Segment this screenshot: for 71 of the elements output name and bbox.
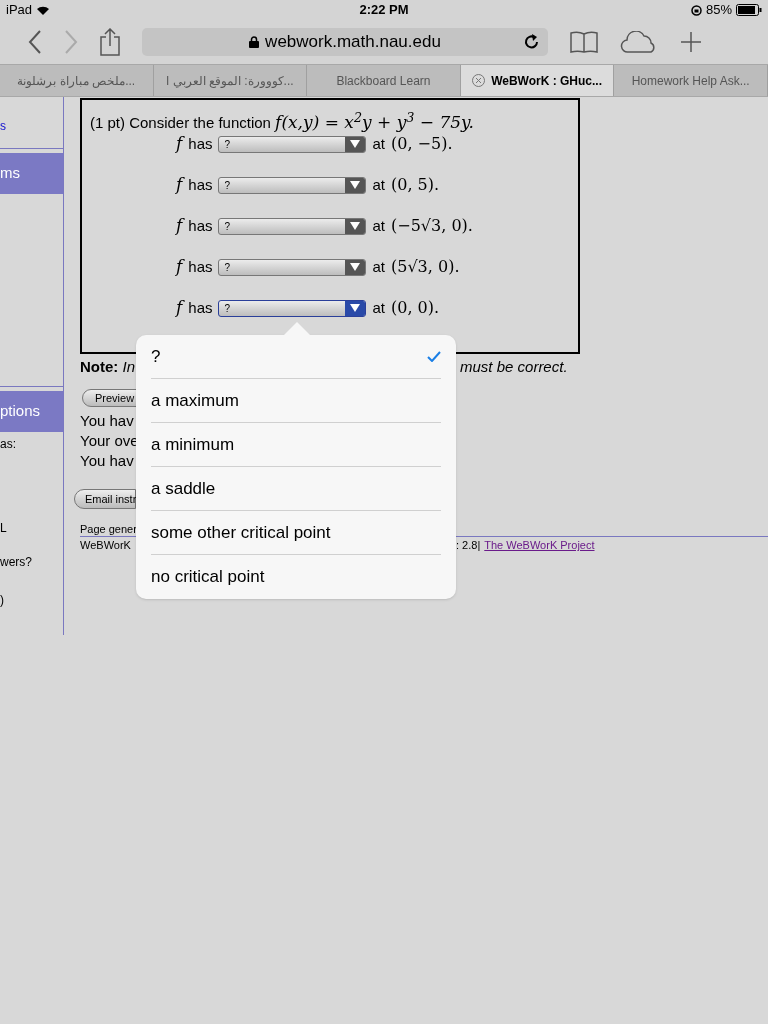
page-generated-text: Page gener <box>80 522 137 535</box>
dropdown-option[interactable]: some other critical point <box>151 511 441 555</box>
dropdown-arrow-icon <box>350 222 361 230</box>
row-label: at <box>372 133 385 154</box>
row-label: at <box>372 256 385 277</box>
dropdown-option[interactable]: a minimum <box>151 423 441 467</box>
math-variable: f <box>176 132 183 156</box>
dropdown-arrow-icon <box>350 140 361 148</box>
footer-text: WeBWorK <box>80 538 132 553</box>
attempt-info: You hav <box>80 411 134 431</box>
close-icon[interactable] <box>472 74 486 87</box>
math-variable: f <box>176 214 183 238</box>
answer-dropdown[interactable]: ? <box>218 299 367 317</box>
preview-button[interactable]: Preview <box>82 389 138 407</box>
math-variable: f <box>176 296 183 320</box>
browser-tab[interactable]: WeBWorK : GHuc... <box>460 65 615 96</box>
sidebar-header: ptions <box>0 391 63 432</box>
dropdown-option[interactable]: a maximum <box>151 379 441 423</box>
reload-icon[interactable] <box>524 34 540 50</box>
problem-statement: (1 pt) Consider the function f(x,y) = x$^{2}$y + y$^{3}$ − 75y. <box>90 110 475 134</box>
answer-dropdown[interactable]: ? <box>218 135 367 153</box>
sidebar-text: wers? <box>0 554 33 567</box>
row-label: has <box>188 174 213 195</box>
answer-dropdown[interactable]: ? <box>218 176 367 194</box>
math-variable: f <box>176 173 183 197</box>
email-button[interactable]: Email instr <box>74 489 136 509</box>
dropdown-arrow-icon <box>350 304 361 312</box>
lock-icon <box>249 36 260 48</box>
battery-percent: 85% <box>705 1 732 20</box>
device-name: iPad <box>6 1 33 20</box>
add-icon[interactable] <box>680 31 702 53</box>
math-point: (0, 0). <box>391 297 440 319</box>
cloud-icon[interactable] <box>620 31 658 53</box>
share-icon[interactable] <box>100 28 120 56</box>
wifi-icon <box>36 4 51 16</box>
math-point: (0, 5). <box>391 174 440 196</box>
row-label: at <box>372 215 385 236</box>
battery-icon <box>736 4 762 16</box>
math-variable: f <box>176 255 183 279</box>
back-icon[interactable] <box>28 30 42 54</box>
address-bar[interactable]: webwork.math.nau.edu <box>142 28 548 56</box>
url-text: webwork.math.nau.edu <box>265 31 441 54</box>
row-label: has <box>188 256 213 277</box>
dropdown-arrow-icon <box>350 263 361 271</box>
math-point: (5√3, 0). <box>391 256 460 278</box>
answer-dropdown[interactable]: ? <box>218 217 367 235</box>
dropdown-option[interactable]: ? <box>151 335 441 379</box>
footer-text: : 2.8| <box>456 538 481 553</box>
answer-dropdown[interactable]: ? <box>218 258 367 276</box>
attempt-info: You hav <box>80 451 134 471</box>
row-label: at <box>372 297 385 318</box>
row-label: has <box>188 133 213 154</box>
math-point: (−5√3, 0). <box>391 215 473 237</box>
rotation-lock-icon <box>690 4 702 16</box>
book-icon[interactable] <box>570 31 598 53</box>
math-point: (0, −5). <box>391 133 453 155</box>
row-label: at <box>372 174 385 195</box>
sidebar-text: ) <box>0 592 5 605</box>
dropdown-option[interactable]: a saddle <box>151 467 441 511</box>
sidebar-text: as: <box>0 436 17 449</box>
sidebar-header: ms <box>0 153 63 194</box>
dropdown-arrow-icon <box>350 181 361 189</box>
sidebar-link[interactable]: s <box>0 119 6 133</box>
row-label: has <box>188 297 213 318</box>
note-text: Note: In <box>80 357 135 374</box>
sidebar-text: L <box>0 520 8 533</box>
footer-link[interactable]: The WeBWorK Project <box>484 537 595 553</box>
note-text: must be correct. <box>460 357 568 374</box>
row-label: has <box>188 215 213 236</box>
status-time: 2:22 PM <box>358 1 410 20</box>
dropdown-option[interactable]: no critical point <box>151 555 441 599</box>
